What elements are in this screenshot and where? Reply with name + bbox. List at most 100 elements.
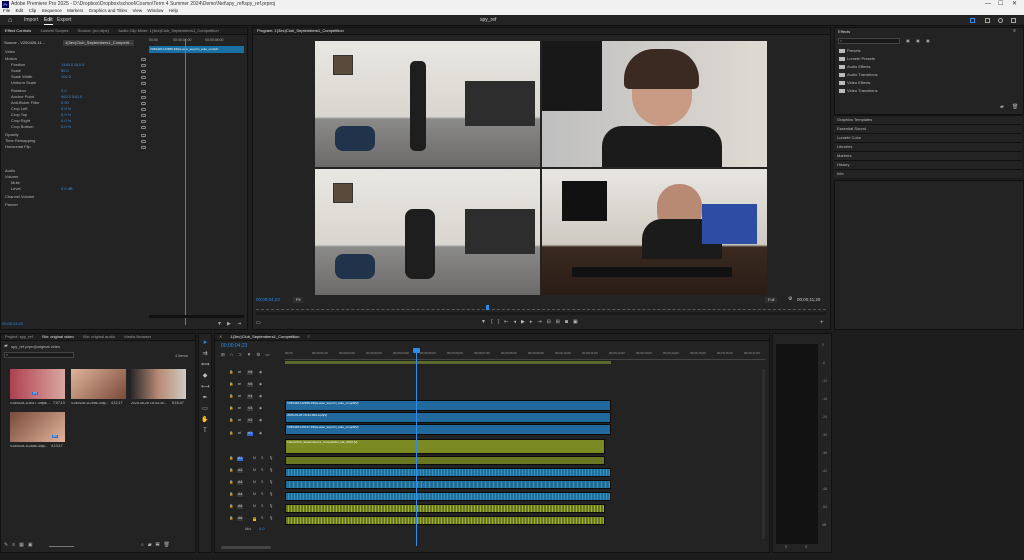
track-label[interactable]: A6 — [237, 516, 244, 521]
source-selector[interactable]: Source - V250428-11... — [4, 41, 45, 45]
ec-clip-bar[interactable]: V250428-112956-34fps-auto_sep-tim_auto_c… — [149, 46, 244, 53]
wrench-icon[interactable]: ⚙ — [256, 352, 265, 357]
mute-button[interactable]: M — [253, 516, 256, 521]
mute-button[interactable]: M — [253, 456, 256, 461]
new-bin-icon[interactable]: ▰ — [1000, 105, 1004, 110]
slip-tool-icon[interactable]: ⟷ — [201, 384, 210, 392]
step-back-icon[interactable]: ◂ — [514, 319, 522, 325]
playhead-handle[interactable] — [413, 348, 420, 353]
track-label[interactable]: V5 — [247, 382, 254, 387]
reset-icon[interactable] — [141, 146, 146, 149]
mix-value[interactable]: 0.0 — [259, 527, 265, 531]
voiceover-icon[interactable]: 🎙 — [269, 468, 273, 473]
reset-icon[interactable] — [141, 90, 146, 93]
tab-source[interactable]: Source: (no clips) — [74, 28, 113, 34]
clip-v3[interactable]: 2025-06-26 15-43-30a.mp4[V] — [285, 412, 611, 423]
snap-icon[interactable]: ∩ — [230, 352, 238, 357]
home-icon[interactable]: ⌂ — [8, 17, 12, 24]
yuv-effects-icon[interactable]: ▣ — [926, 39, 930, 43]
lock-icon[interactable]: 🔒 — [229, 516, 233, 521]
type-tool-icon[interactable]: T — [201, 428, 209, 436]
menu-markers[interactable]: Markers — [67, 8, 83, 13]
play-audio-icon[interactable]: ▶ — [227, 322, 231, 327]
clip-a6[interactable] — [285, 516, 605, 525]
reset-icon[interactable] — [141, 134, 146, 137]
timeline-ruler[interactable]: 00;00 00;00;01;00 00;00;02;00 00;00;03;00 00… — [285, 352, 765, 360]
effects-folder[interactable]: Presets — [839, 49, 861, 55]
audio-prop-value[interactable]: 0.0 dB — [61, 186, 73, 191]
fullscreen-icon[interactable] — [1011, 18, 1016, 23]
sync-icon[interactable]: ⇄ — [238, 418, 241, 423]
timeline-timecode[interactable]: 00;00;04;23 — [221, 344, 247, 349]
collapsed-panel[interactable]: Graphics Templates — [834, 115, 1022, 124]
solo-button[interactable]: S — [261, 480, 263, 485]
reset-icon[interactable] — [141, 108, 146, 111]
prop-value[interactable]: 100.0 — [61, 74, 71, 79]
project-search-input[interactable]: ⌕ — [4, 352, 74, 358]
tab-media-browser[interactable]: Media Browser — [120, 334, 155, 340]
solo-button[interactable]: S — [261, 492, 263, 497]
extract-icon[interactable]: ⊞ — [556, 319, 565, 325]
ec-scroll[interactable] — [149, 315, 244, 318]
effects-search-input[interactable]: ⌕ — [838, 38, 900, 44]
prop-value[interactable]: 0.0 % — [61, 124, 71, 129]
collapsed-panel[interactable]: Markers — [834, 151, 1022, 160]
visibility-icon[interactable]: ◉ — [259, 370, 262, 375]
razor-tool-icon[interactable]: ◆ — [201, 373, 209, 381]
reset-icon[interactable] — [141, 120, 146, 123]
track-label[interactable]: A3 — [237, 480, 244, 485]
clip-v1[interactable]: 1(3ec)Club_Septembers1_Competition_tak_2… — [285, 439, 605, 454]
find-icon[interactable]: ⌕ — [141, 542, 148, 548]
quick-export-icon[interactable] — [985, 18, 990, 23]
media-thumb-3[interactable] — [131, 369, 186, 399]
track-label[interactable]: V2 — [247, 418, 254, 423]
clip-v2[interactable]: V250428-115417-34fps-auto_sep-tim_auto_c… — [285, 424, 611, 435]
sync-icon[interactable]: ⇄ — [238, 382, 241, 387]
fit-dropdown[interactable]: Fit — [293, 297, 304, 303]
clip-selector[interactable]: 1(3ec)Club_Septembers1_Competit... — [63, 40, 135, 46]
voiceover-icon[interactable]: 🎙 — [269, 480, 273, 485]
lock-icon[interactable]: 🔒 — [229, 431, 233, 436]
pen-tool-icon[interactable]: ✒ — [201, 395, 209, 403]
menu-file[interactable]: File — [3, 8, 10, 13]
menu-view[interactable]: View — [132, 8, 142, 13]
ec-timecode[interactable]: 00;00;04;23 — [2, 322, 23, 326]
reset-icon[interactable] — [141, 82, 146, 85]
tab-effect-controls[interactable]: Effect Controls — [1, 28, 35, 34]
tab-bin-original-video[interactable]: Bin: original video — [38, 334, 78, 340]
solo-button[interactable]: S — [261, 516, 263, 521]
clip-a4[interactable] — [285, 492, 611, 501]
lock-icon[interactable]: 🔒 — [229, 418, 233, 423]
mark-in-icon[interactable]: { — [491, 319, 498, 325]
clip-v4[interactable]: V250428-112956-34fps-auto_sep-tim_auto_c… — [285, 400, 611, 411]
prop-value[interactable]: 0.00 — [61, 100, 69, 105]
media-thumb-4[interactable]: [V] — [10, 412, 65, 442]
tab-audio-clip-mixer[interactable]: Audio Clip Mixer: 1(3ec)Club_Septembers1… — [114, 28, 223, 34]
prop-value[interactable]: 50.0 — [61, 68, 69, 73]
menu-sequence[interactable]: Sequence — [42, 8, 62, 13]
lock-icon[interactable]: 🔒 — [229, 504, 233, 509]
visibility-icon[interactable]: ◉ — [259, 406, 262, 411]
prop-value[interactable]: 1440.0 810.0 — [61, 62, 84, 67]
wrench-icon[interactable]: ⚙ — [788, 297, 792, 302]
timeline-playhead[interactable] — [416, 348, 417, 546]
track-select-tool-icon[interactable]: ⇉ — [201, 351, 209, 359]
clip-a5[interactable] — [285, 504, 605, 513]
collapsed-panel[interactable]: Libraries — [834, 142, 1022, 151]
solo-left[interactable]: S — [785, 545, 787, 550]
lock-icon[interactable]: 🔒 — [229, 370, 233, 375]
reset-icon[interactable] — [141, 64, 146, 67]
lift-icon[interactable]: ⊟ — [547, 319, 556, 325]
timeline-tab[interactable]: 1(3ec)Club_Septembers1_Competition — [226, 334, 303, 340]
video-frame-closeup[interactable] — [542, 41, 767, 167]
program-timecode[interactable]: 00;00;04;23 — [256, 297, 280, 303]
mute-button[interactable]: M — [253, 480, 256, 485]
reset-icon[interactable] — [141, 70, 146, 73]
button-editor-icon[interactable]: + — [820, 320, 824, 326]
collapsed-panel[interactable]: Lumetri Color — [834, 133, 1022, 142]
sync-icon[interactable]: ⇄ — [238, 394, 241, 399]
menu-edit[interactable]: Edit — [16, 8, 24, 13]
sync-icon[interactable]: ⇄ — [238, 370, 241, 375]
minimize-icon[interactable]: — — [985, 1, 991, 7]
reset-icon[interactable] — [141, 96, 146, 99]
